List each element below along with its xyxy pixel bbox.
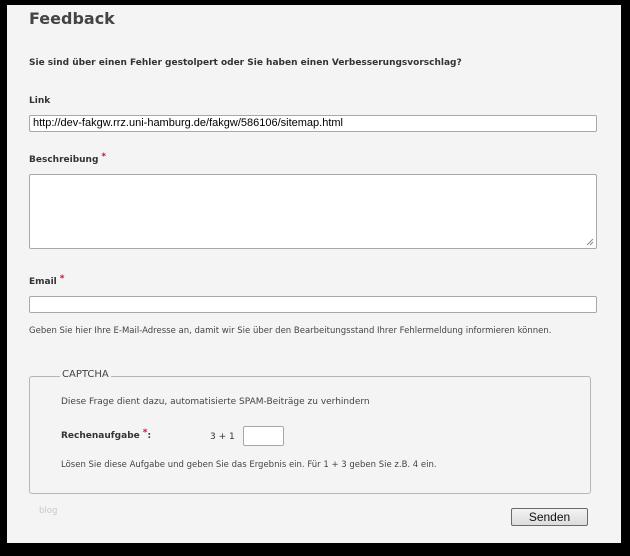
required-marker: * [142, 428, 148, 438]
page-title: Feedback [29, 9, 115, 28]
email-input[interactable] [29, 296, 597, 313]
captcha-help-text: Lösen Sie diese Aufgabe und geben Sie da… [61, 460, 437, 470]
link-input[interactable]: http://dev-fakgw.rrz.uni-hamburg.de/fakg… [29, 115, 597, 132]
description-textarea[interactable] [29, 174, 597, 249]
email-label: Email * [29, 274, 65, 287]
required-marker: * [101, 152, 107, 162]
feedback-form: Feedback Sie sind über einen Fehler gest… [7, 5, 621, 543]
send-button[interactable]: Senden [511, 508, 588, 526]
captcha-legend: CAPTCHA [60, 369, 111, 380]
required-marker: * [59, 274, 65, 284]
email-label-text: Email [29, 277, 57, 287]
math-question-label: Rechenaufgabe *: [61, 428, 152, 441]
link-label: Link [29, 96, 51, 106]
captcha-description: Diese Frage dient dazu, automatisierte S… [61, 397, 370, 407]
math-question-label-text: Rechenaufgabe [61, 431, 140, 441]
email-help-text: Geben Sie hier Ihre E-Mail-Adresse an, d… [29, 326, 552, 336]
description-label-text: Beschreibung [29, 155, 99, 165]
captcha-answer-input[interactable] [243, 426, 284, 446]
description-label: Beschreibung * [29, 152, 107, 165]
intro-text: Sie sind über einen Fehler gestolpert od… [29, 58, 462, 68]
blog-footer-text: blog [39, 506, 58, 516]
label-colon: : [147, 431, 152, 441]
resize-handle-icon[interactable] [586, 238, 594, 246]
math-problem: 3 + 1 [210, 432, 235, 442]
link-input-value: http://dev-fakgw.rrz.uni-hamburg.de/fakg… [33, 117, 343, 129]
